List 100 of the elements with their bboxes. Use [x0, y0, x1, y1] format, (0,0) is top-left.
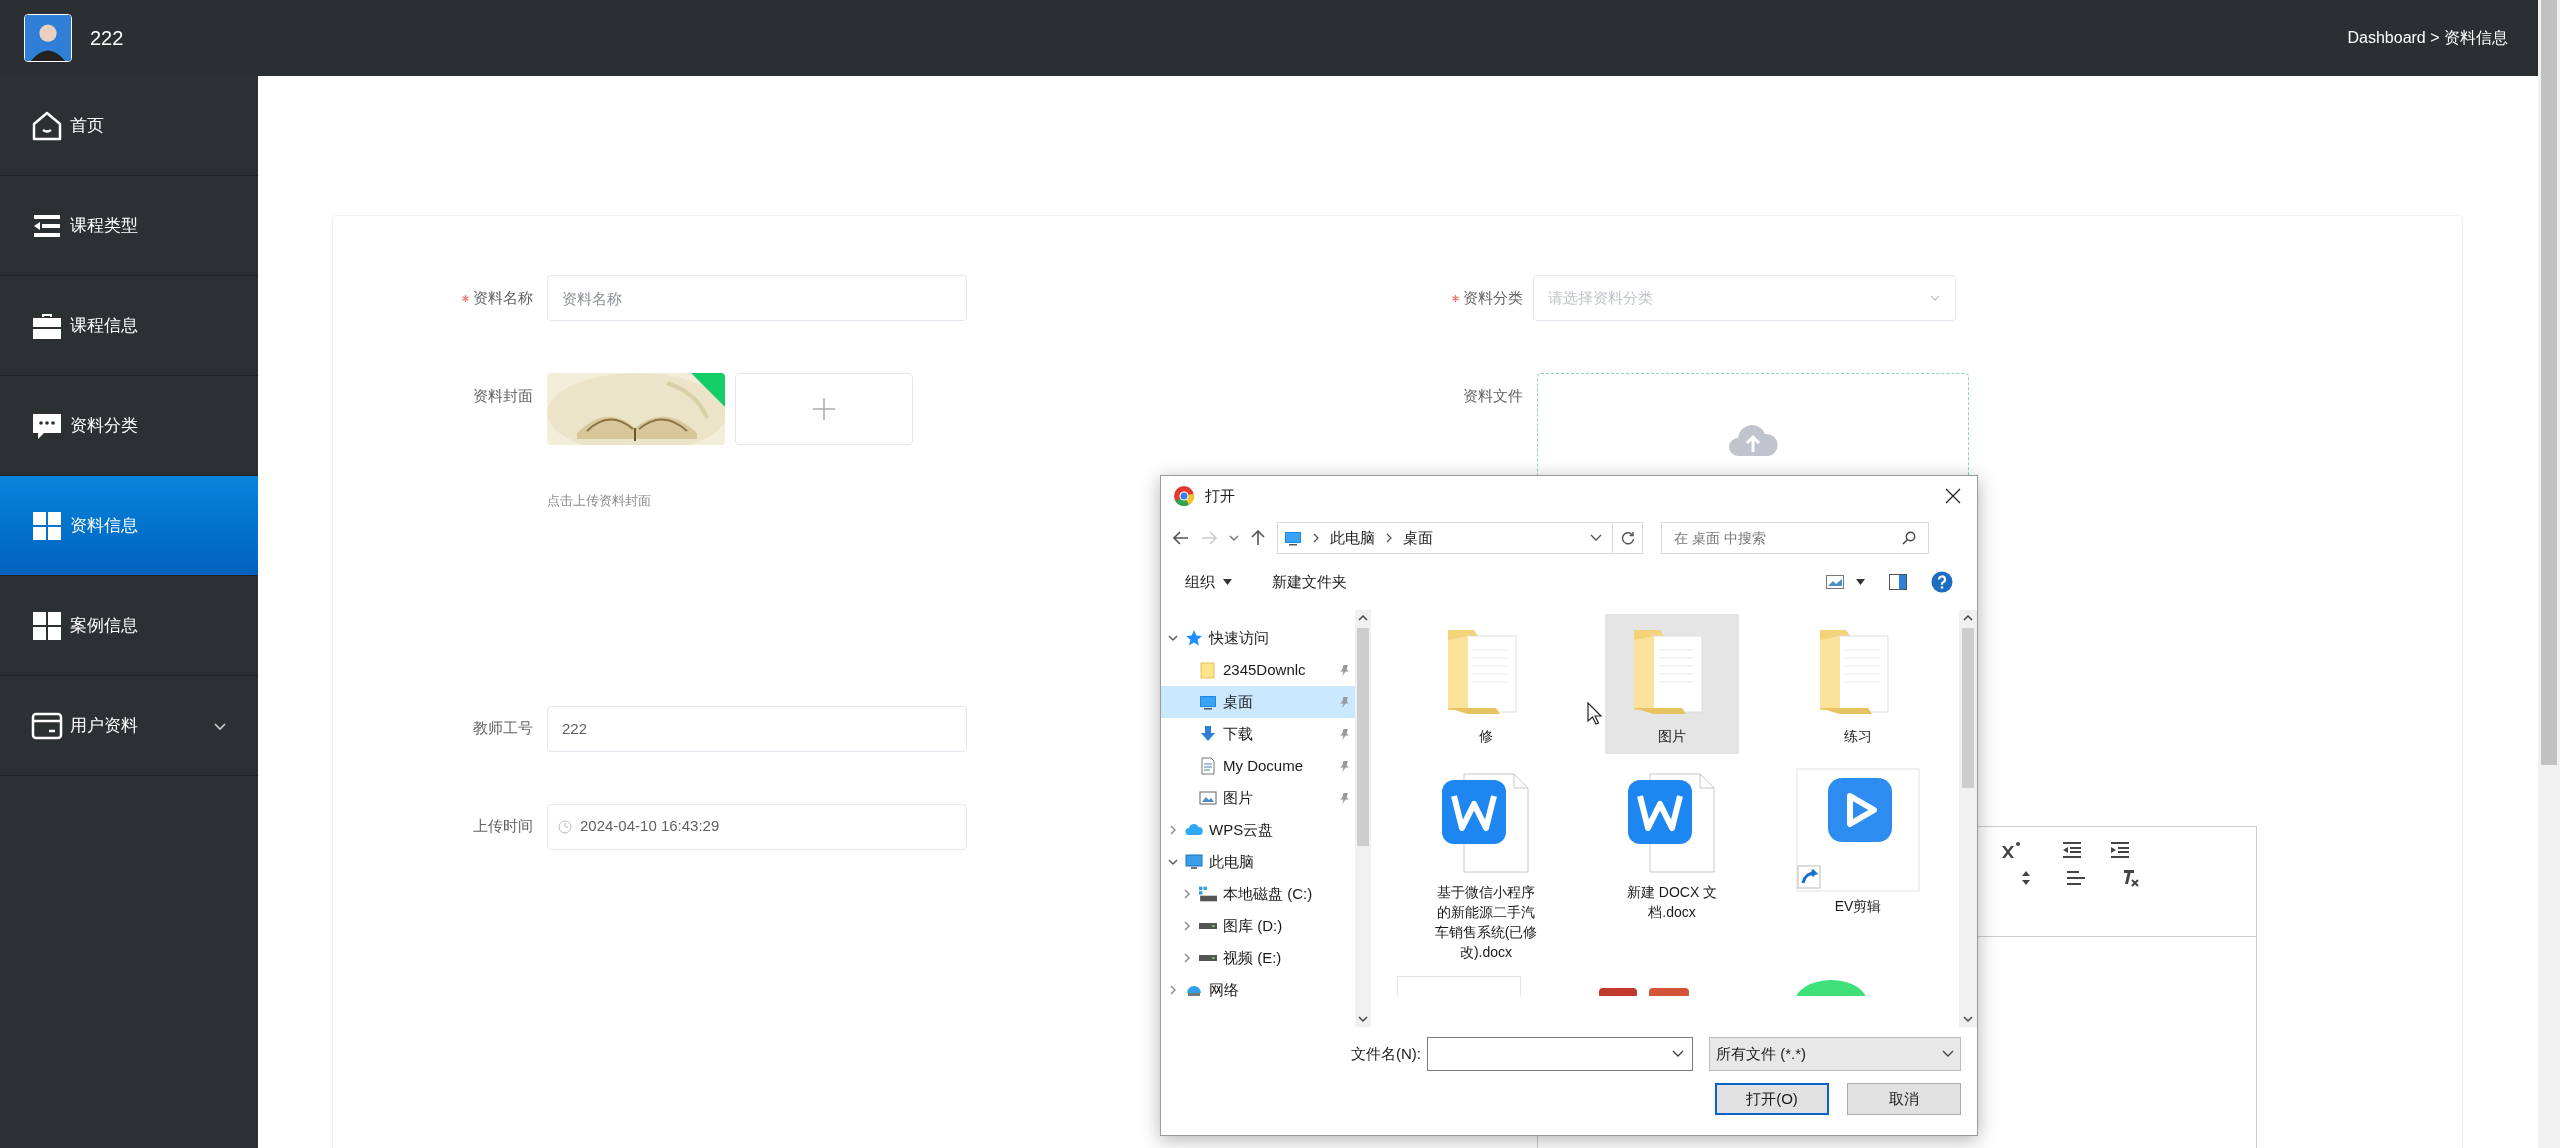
scrollbar-thumb[interactable]	[1357, 628, 1369, 846]
up-arrow-icon[interactable]	[1251, 530, 1265, 546]
path-segment[interactable]: 桌面	[1403, 526, 1433, 550]
nav-item[interactable]: 2345Downlc	[1161, 654, 1355, 686]
nav-item[interactable]: WPS云盘	[1161, 814, 1355, 846]
view-icon[interactable]	[1826, 575, 1844, 589]
help-icon[interactable]	[1931, 571, 1953, 593]
cursor-icon	[1587, 702, 1603, 726]
indent-icon[interactable]	[2111, 842, 2129, 858]
scrollbar[interactable]	[1959, 610, 1977, 1027]
file-item[interactable]: EV剪辑	[1791, 760, 1925, 970]
scrollbar[interactable]	[2538, 0, 2560, 1148]
filename-field[interactable]	[1427, 1037, 1693, 1071]
corner-badge-icon	[691, 373, 725, 407]
folder-icon	[1199, 661, 1217, 679]
file-item[interactable]: 图片	[1605, 614, 1739, 754]
field-label: 上传时间	[473, 816, 533, 837]
caret-down-icon	[1223, 579, 1232, 585]
chevron-down-icon[interactable]	[1229, 534, 1239, 542]
nav-item[interactable]: 图库 (D:)	[1161, 910, 1355, 942]
chevron-right-icon	[1312, 533, 1320, 543]
align-left-icon[interactable]	[2067, 871, 2085, 885]
nav-item[interactable]: 下载	[1161, 718, 1355, 750]
chevron-down-icon[interactable]	[1590, 533, 1602, 543]
browser-logo-icon	[1173, 485, 1195, 507]
file-item[interactable]: 修	[1419, 614, 1553, 754]
file-type-select[interactable]: 所有文件 (*.*)	[1709, 1037, 1961, 1071]
filename-label: 文件名(N):	[1351, 1043, 1421, 1064]
preview-pane-icon[interactable]	[1889, 574, 1907, 590]
star-icon	[1185, 629, 1203, 647]
nav-item[interactable]: 此电脑	[1161, 846, 1355, 878]
scrollbar-thumb[interactable]	[1962, 628, 1974, 788]
chevron-down-icon	[1942, 1050, 1954, 1058]
dialog-title: 打开	[1205, 485, 1236, 506]
search-icon	[1902, 531, 1916, 545]
file-name: 新建 DOCX 文档.docx	[1625, 883, 1719, 922]
scrollbar[interactable]	[1355, 610, 1371, 1027]
file-name: 基于微信小程序的新能源二手汽车销售系统(已修改).docx	[1433, 883, 1539, 962]
nav-item[interactable]: My Docume	[1161, 750, 1355, 782]
nav-label: 桌面	[1223, 691, 1254, 712]
organize-menu[interactable]: 组织	[1185, 570, 1232, 594]
open-button[interactable]: 打开(O)	[1715, 1083, 1829, 1115]
refresh-icon[interactable]	[1620, 531, 1635, 545]
datetime-field[interactable]: 2024-04-10 16:43:29	[547, 803, 967, 850]
drive-icon	[1199, 955, 1217, 961]
computer-icon	[1185, 853, 1203, 871]
teacher-id-field[interactable]: 222	[547, 705, 967, 752]
close-icon[interactable]	[1945, 488, 1961, 504]
file-item[interactable]: 新建 DOCX 文档.docx	[1605, 760, 1739, 970]
clear-format-icon[interactable]	[2121, 869, 2139, 887]
image-icon	[1199, 789, 1217, 807]
name-field[interactable]: 资料名称	[547, 275, 967, 321]
sidebar-item[interactable]: 课程类型	[0, 176, 258, 276]
nav-label: WPS云盘	[1209, 819, 1275, 840]
outdent-icon[interactable]	[2063, 842, 2081, 858]
file-item[interactable]: 基于微信小程序的新能源二手汽车销售系统(已修改).docx	[1419, 760, 1553, 970]
scroll-down-icon[interactable]	[1963, 1015, 1973, 1023]
scroll-down-icon[interactable]	[1358, 1015, 1368, 1023]
sidebar-item[interactable]: 资料信息	[0, 476, 258, 576]
monitor-icon	[1284, 529, 1302, 547]
username: 222	[90, 26, 124, 51]
search-field[interactable]: 在 桌面 中搜索	[1661, 522, 1929, 554]
monitor-icon	[1199, 693, 1217, 711]
nav-item[interactable]: 网络	[1161, 974, 1355, 1006]
field-label: 教师工号	[473, 718, 533, 739]
nav-item[interactable]: 快速访问	[1161, 622, 1355, 654]
address-bar[interactable]: 此电脑 桌面	[1277, 522, 1643, 554]
caret-down-icon[interactable]	[1856, 579, 1865, 585]
new-folder-button[interactable]: 新建文件夹	[1272, 570, 1347, 594]
superscript-icon[interactable]	[2001, 841, 2021, 859]
nav-label: 下载	[1223, 723, 1254, 744]
nav-item[interactable]: 桌面	[1161, 686, 1355, 718]
breadcrumb: Dashboard > 资料信息	[2347, 28, 2508, 48]
nav-item[interactable]: 本地磁盘 (C:)	[1161, 878, 1355, 910]
nav-label: 图片	[1223, 787, 1254, 808]
document-icon	[1199, 757, 1217, 775]
path-segment[interactable]: 此电脑	[1330, 526, 1375, 550]
scroll-up-icon[interactable]	[1963, 614, 1973, 622]
nav-label: My Docume	[1223, 755, 1305, 776]
sidebar-item[interactable]: 案例信息	[0, 576, 258, 676]
sidebar-item[interactable]: 用户资料	[0, 676, 258, 776]
nav-label: 网络	[1209, 979, 1240, 1000]
nav-item[interactable]: 图片	[1161, 782, 1355, 814]
drive-icon	[1199, 885, 1217, 903]
nav-label: 快速访问	[1209, 627, 1270, 648]
back-arrow-icon[interactable]	[1173, 531, 1189, 545]
sidebar-item[interactable]: 课程信息	[0, 276, 258, 376]
cancel-button[interactable]: 取消	[1847, 1083, 1961, 1115]
sidebar-item[interactable]: 首页	[0, 76, 258, 176]
field-label: 资料封面	[473, 385, 533, 406]
scrollbar-thumb[interactable]	[2541, 0, 2557, 765]
file-item[interactable]: 练习	[1791, 614, 1925, 754]
play-shortcut-icon	[1796, 768, 1920, 892]
nav-item[interactable]: 视频 (E:)	[1161, 942, 1355, 974]
field-label: 资料名称	[473, 287, 533, 308]
clock-icon	[558, 819, 572, 834]
dropdown-arrows-icon[interactable]	[2021, 871, 2031, 885]
avatar[interactable]	[24, 14, 72, 62]
nav-label: 视频 (E:)	[1223, 947, 1283, 968]
scroll-up-icon[interactable]	[1358, 614, 1368, 622]
